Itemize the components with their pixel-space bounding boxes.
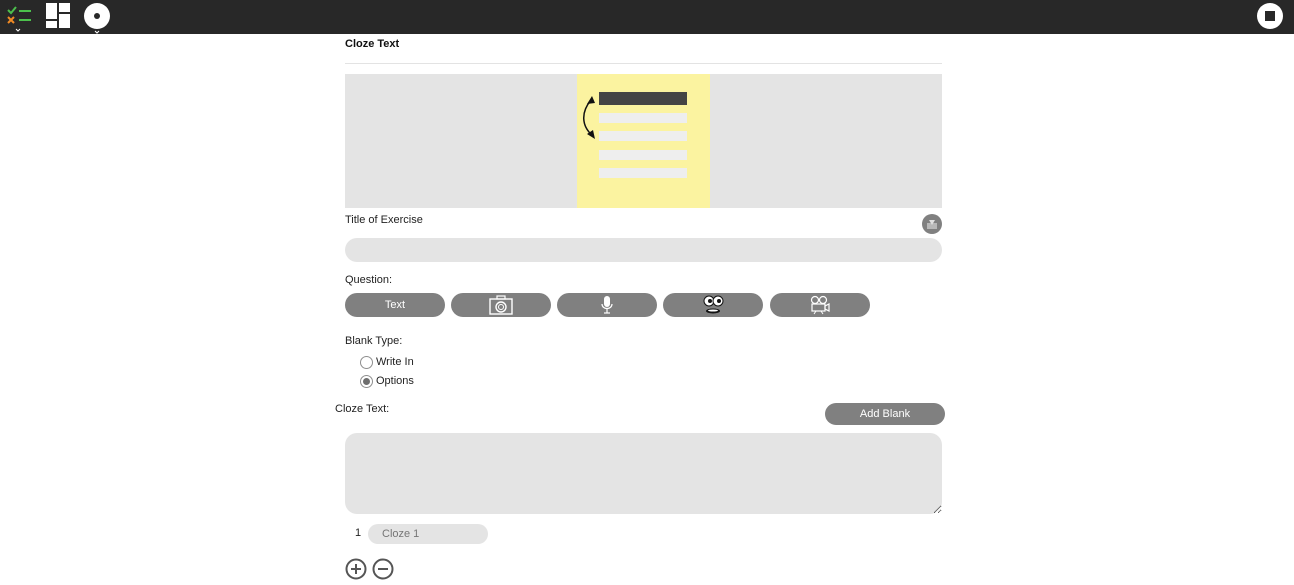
minus-icon <box>372 558 394 580</box>
stop-icon[interactable] <box>1255 2 1285 32</box>
title-input[interactable] <box>345 238 942 262</box>
blank-type-label: Blank Type: <box>345 335 403 347</box>
question-text-button[interactable]: Text <box>345 293 445 317</box>
add-cloze-button[interactable] <box>345 558 367 580</box>
title-label: Title of Exercise <box>345 214 423 226</box>
microphone-icon <box>601 296 613 314</box>
face-icon <box>703 295 724 314</box>
layout-grid-icon[interactable] <box>44 2 74 32</box>
cloze-illustration <box>577 74 710 208</box>
save-icon[interactable] <box>922 214 942 234</box>
options-radio[interactable] <box>360 375 373 388</box>
cloze-item-number: 1 <box>355 527 362 539</box>
question-speak-button[interactable] <box>663 293 763 317</box>
toolbar <box>0 0 1294 34</box>
camera-icon <box>489 295 513 315</box>
question-label: Question: <box>345 274 393 286</box>
remove-cloze-button[interactable] <box>372 558 394 580</box>
add-blank-button[interactable]: Add Blank <box>825 403 945 425</box>
plus-icon <box>345 558 367 580</box>
section-title: Cloze Text <box>345 38 400 50</box>
write-in-radio[interactable] <box>360 356 373 369</box>
cloze-textarea[interactable] <box>345 433 942 514</box>
video-camera-icon <box>810 295 830 315</box>
add-blank-label: Add Blank <box>859 408 911 420</box>
question-audio-button[interactable] <box>557 293 657 317</box>
write-in-label: Write In <box>376 356 414 368</box>
exercise-preview <box>345 74 942 208</box>
disc-icon[interactable] <box>82 2 112 34</box>
exercise-editor: Cloze Text Title of Exercise Question: T… <box>0 34 1294 585</box>
divider <box>345 63 942 64</box>
checklist-icon[interactable] <box>4 2 34 32</box>
question-video-button[interactable] <box>770 293 870 317</box>
options-label: Options <box>376 375 414 387</box>
question-photo-button[interactable] <box>451 293 551 317</box>
cloze-item-input[interactable] <box>368 524 488 544</box>
cloze-text-label: Cloze Text: <box>335 403 390 415</box>
question-text-label: Text <box>384 299 406 311</box>
